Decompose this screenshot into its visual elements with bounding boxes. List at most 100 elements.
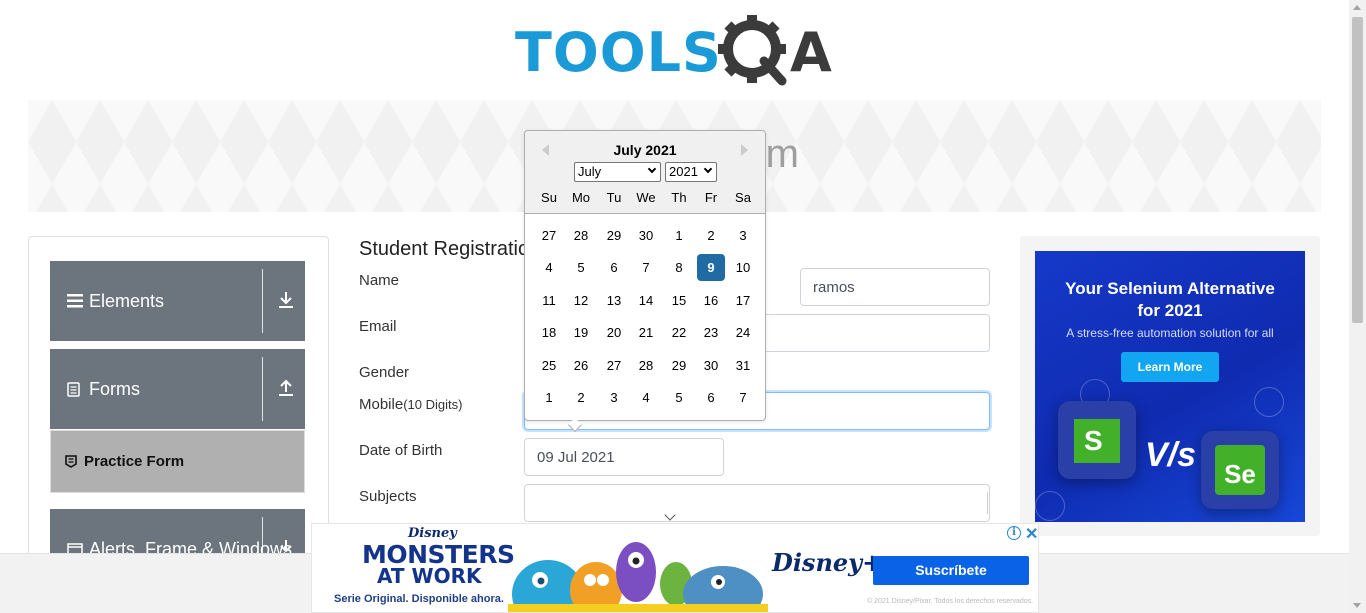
calendar-day[interactable]: 28 (632, 352, 660, 379)
chevron-down-icon (703, 164, 713, 174)
divider (262, 269, 263, 333)
subjects-input[interactable] (524, 484, 990, 522)
calendar-day[interactable]: 4 (535, 254, 563, 281)
month-select-value: July (578, 164, 602, 179)
calendar-day[interactable]: 24 (729, 319, 757, 346)
calendar-day[interactable]: 15 (665, 287, 693, 314)
scrollbar-thumb[interactable] (1352, 17, 1363, 323)
hamburger-icon (67, 294, 83, 308)
calendar-day[interactable]: 17 (729, 287, 757, 314)
calendar-day-selected[interactable]: 9 (697, 254, 725, 282)
toolsqa-logo[interactable]: TOOLS A (515, 14, 832, 92)
sidebar: Elements Forms Practice Form Alerts, Fra… (28, 236, 329, 566)
document-icon (67, 381, 83, 397)
calendar-day[interactable]: 30 (697, 352, 725, 379)
calendar-day[interactable]: 1 (665, 222, 693, 249)
year-select[interactable]: 2021 (665, 162, 717, 182)
weekday-label: Mo (571, 190, 591, 205)
calendar-day[interactable]: 2 (567, 384, 595, 411)
calendar-day[interactable]: 29 (665, 352, 693, 379)
calendar-day[interactable]: 22 (665, 319, 693, 346)
adchoices-icon[interactable]: i (1007, 526, 1021, 540)
datepicker-month-title: July 2021 (613, 142, 677, 158)
sidebar-group-label: Elements (89, 290, 165, 311)
weekday-label: Tu (606, 190, 622, 205)
calendar-day[interactable]: 23 (697, 319, 725, 346)
calendar-day[interactable]: 4 (632, 384, 660, 411)
calendar-day[interactable]: 29 (600, 222, 628, 249)
email-input[interactable] (760, 314, 990, 352)
scroll-down-icon[interactable] (1353, 603, 1361, 608)
page-scrollbar[interactable] (1349, 0, 1366, 613)
calendar-day[interactable]: 8 (665, 254, 693, 281)
calendar-day[interactable]: 26 (567, 352, 595, 379)
month-select[interactable]: July (574, 162, 661, 182)
calendar-day[interactable]: 16 (697, 287, 725, 314)
calendar-day[interactable]: 2 (697, 222, 725, 249)
calendar-day[interactable]: 5 (665, 384, 693, 411)
calendar-day[interactable]: 19 (567, 319, 595, 346)
calendar-day[interactable]: 1 (535, 384, 563, 411)
calendar-day[interactable]: 3 (729, 222, 757, 249)
calendar-day[interactable]: 7 (729, 384, 757, 411)
disney-brand: Disney (408, 526, 457, 541)
bottom-ad[interactable]: Disney MONSTERS AT WORK Serie Original. … (311, 523, 1039, 613)
calendar-day[interactable]: 3 (600, 384, 628, 411)
year-select-value: 2021 (669, 164, 698, 179)
calendar-day[interactable]: 11 (535, 287, 563, 314)
chevron-down-icon (647, 164, 657, 174)
email-label: Email (359, 318, 397, 335)
calendar-day[interactable]: 5 (567, 254, 595, 281)
mobile-label: Mobile(10 Digits) (359, 396, 462, 413)
upload-arrow-icon (278, 379, 294, 402)
learn-more-button[interactable]: Learn More (1121, 352, 1219, 382)
gender-label: Gender (359, 364, 410, 381)
calendar-day[interactable]: 21 (632, 319, 660, 346)
mobile-hint: (10 Digits) (403, 397, 463, 412)
date-of-birth-input[interactable]: 09 Jul 2021 (524, 438, 724, 476)
close-icon[interactable]: ✕ (1025, 524, 1038, 544)
sidebar-group-elements[interactable]: Elements (50, 261, 305, 341)
alternative-logo-letter: S (1074, 419, 1120, 463)
calendar-day[interactable]: 13 (600, 287, 628, 314)
selenium-logo-text: Se (1215, 445, 1265, 495)
logo-text-a: A (789, 21, 832, 84)
sidebar-item-practice-form[interactable]: Practice Form (50, 430, 305, 493)
dob-label: Date of Birth (359, 442, 443, 459)
calendar-day[interactable]: 6 (600, 254, 628, 281)
ad-title-line: for 2021 (1137, 301, 1203, 320)
right-ad[interactable]: Your Selenium Alternative for 2021 A str… (1035, 251, 1305, 522)
alternative-logo: S (1058, 401, 1136, 479)
calendar-day[interactable]: 20 (600, 319, 628, 346)
calendar-day[interactable]: 27 (535, 222, 563, 249)
last-name-input[interactable]: ramos (800, 268, 990, 306)
calendar-day[interactable]: 10 (729, 254, 757, 281)
calendar-day[interactable]: 18 (535, 319, 563, 346)
calendar-day[interactable]: 6 (697, 384, 725, 411)
calendar-day[interactable]: 14 (632, 287, 660, 314)
calendar-day[interactable]: 27 (600, 352, 628, 379)
calendar-day[interactable]: 28 (567, 222, 595, 249)
calendar-day[interactable]: 31 (729, 352, 757, 379)
weekday-label: Th (671, 190, 687, 205)
scroll-up-icon[interactable] (1353, 5, 1361, 10)
download-arrow-icon (278, 291, 294, 314)
disney-plus-logo: Disney+ (772, 548, 883, 577)
ad-subtitle: A stress-free automation solution for al… (1066, 326, 1274, 340)
calendar-day[interactable]: 25 (535, 352, 563, 379)
subjects-separator (987, 492, 988, 514)
weekday-label: Fr (704, 190, 718, 205)
form-icon (65, 455, 77, 468)
logo-text-tools: TOOLS (515, 21, 722, 84)
sidebar-group-forms[interactable]: Forms (50, 349, 305, 429)
calendar-day[interactable]: 30 (632, 222, 660, 249)
ad-show-subtitle: AT WORK (377, 564, 482, 588)
subscribe-button[interactable]: Suscríbete (873, 556, 1029, 585)
mobile-label-text: Mobile (359, 396, 404, 413)
calendar-day[interactable]: 7 (632, 254, 660, 281)
sidebar-group-label: Forms (89, 378, 140, 399)
weekday-label: Sa (735, 190, 751, 205)
calendar-day[interactable]: 12 (567, 287, 595, 314)
ad-title-line: Your Selenium Alternative (1065, 279, 1275, 298)
ad-tagline: Serie Original. Disponible ahora. (334, 593, 504, 605)
